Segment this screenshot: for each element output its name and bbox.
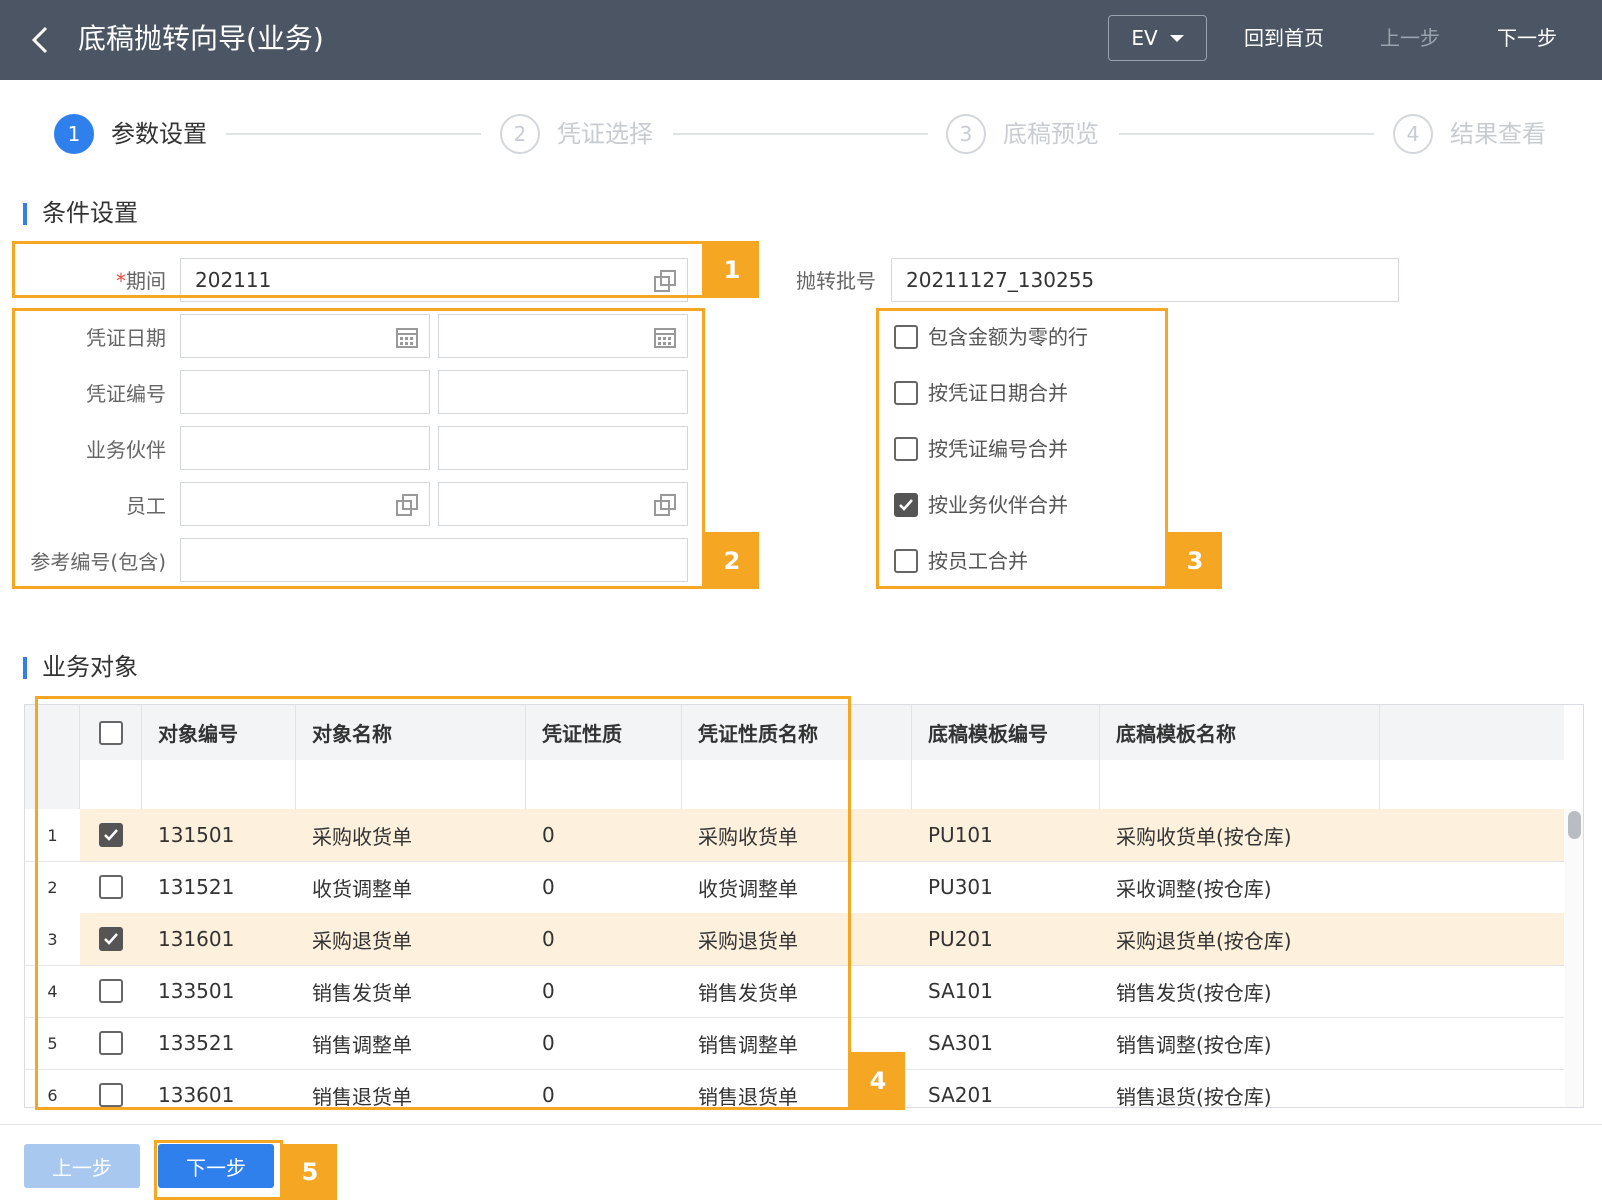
table-scrollbar-track[interactable] (1565, 809, 1583, 1107)
filter-cell[interactable] (1100, 760, 1380, 809)
cell-template-code: SA201 (928, 1083, 993, 1107)
page-title: 底稿抛转向导(业务) (78, 22, 324, 55)
col-header-template-code[interactable]: 底稿模板编号 (912, 705, 1100, 760)
callout-badge-3: 3 (1168, 532, 1222, 589)
step-2-circle: 2 (500, 114, 540, 154)
step-connector (226, 133, 481, 135)
step-3-circle: 3 (946, 114, 986, 154)
callout-badge-2: 2 (705, 532, 759, 589)
callout-box-5 (154, 1140, 283, 1200)
back-arrow-icon[interactable] (26, 22, 54, 58)
batch-number-input[interactable]: 20211127_130255 (891, 258, 1399, 302)
conditions-section-title: 条件设置 (42, 199, 138, 227)
batch-number-label: 抛转批号 (796, 269, 876, 293)
callout-box-2 (12, 308, 705, 589)
table-scrollbar-thumb[interactable] (1568, 811, 1581, 839)
step-4-label: 结果查看 (1450, 120, 1546, 148)
home-link[interactable]: 回到首页 (1244, 22, 1324, 54)
callout-box-1 (12, 241, 705, 298)
callout-badge-1: 1 (705, 241, 759, 298)
cell-template-code: SA101 (928, 979, 993, 1003)
callout-box-3 (876, 308, 1168, 589)
objects-section-title: 业务对象 (42, 653, 138, 681)
cell-template-code: PU301 (928, 875, 993, 899)
footer-divider (0, 1124, 1602, 1125)
cell-template-code: PU101 (928, 823, 993, 847)
header-prev-step[interactable]: 上一步 (1380, 22, 1440, 54)
cell-template-code: SA301 (928, 1031, 993, 1055)
cell-template-code: PU201 (928, 927, 993, 951)
cell-template-name: 销售调整(按仓库) (1116, 1032, 1272, 1057)
step-3-label: 底稿预览 (1003, 120, 1099, 148)
col-header-template-name[interactable]: 底稿模板名称 (1100, 705, 1380, 760)
step-1-label: 参数设置 (111, 120, 207, 148)
step-connector (1119, 133, 1374, 135)
ev-dropdown[interactable]: EV (1108, 15, 1207, 61)
callout-badge-4: 4 (851, 1052, 905, 1110)
filter-cell[interactable] (912, 760, 1100, 809)
caret-down-icon (1169, 34, 1184, 42)
callout-box-4 (35, 696, 851, 1110)
callout-badge-5: 5 (283, 1144, 337, 1200)
section-marker (23, 203, 27, 225)
cell-template-name: 采收调整(按仓库) (1116, 876, 1272, 901)
cell-template-name: 销售发货(按仓库) (1116, 980, 1272, 1005)
step-2-label: 凭证选择 (557, 120, 653, 148)
section-marker (23, 657, 27, 679)
step-connector (673, 133, 928, 135)
cell-template-name: 采购退货单(按仓库) (1116, 928, 1292, 953)
cell-template-name: 采购收货单(按仓库) (1116, 824, 1292, 849)
header-next-step[interactable]: 下一步 (1497, 22, 1557, 54)
ev-dropdown-label: EV (1131, 26, 1158, 50)
step-1-circle: 1 (54, 114, 94, 154)
step-4-circle: 4 (1393, 114, 1433, 154)
cell-template-name: 销售退货(按仓库) (1116, 1084, 1272, 1108)
footer-prev-button[interactable]: 上一步 (24, 1144, 140, 1188)
